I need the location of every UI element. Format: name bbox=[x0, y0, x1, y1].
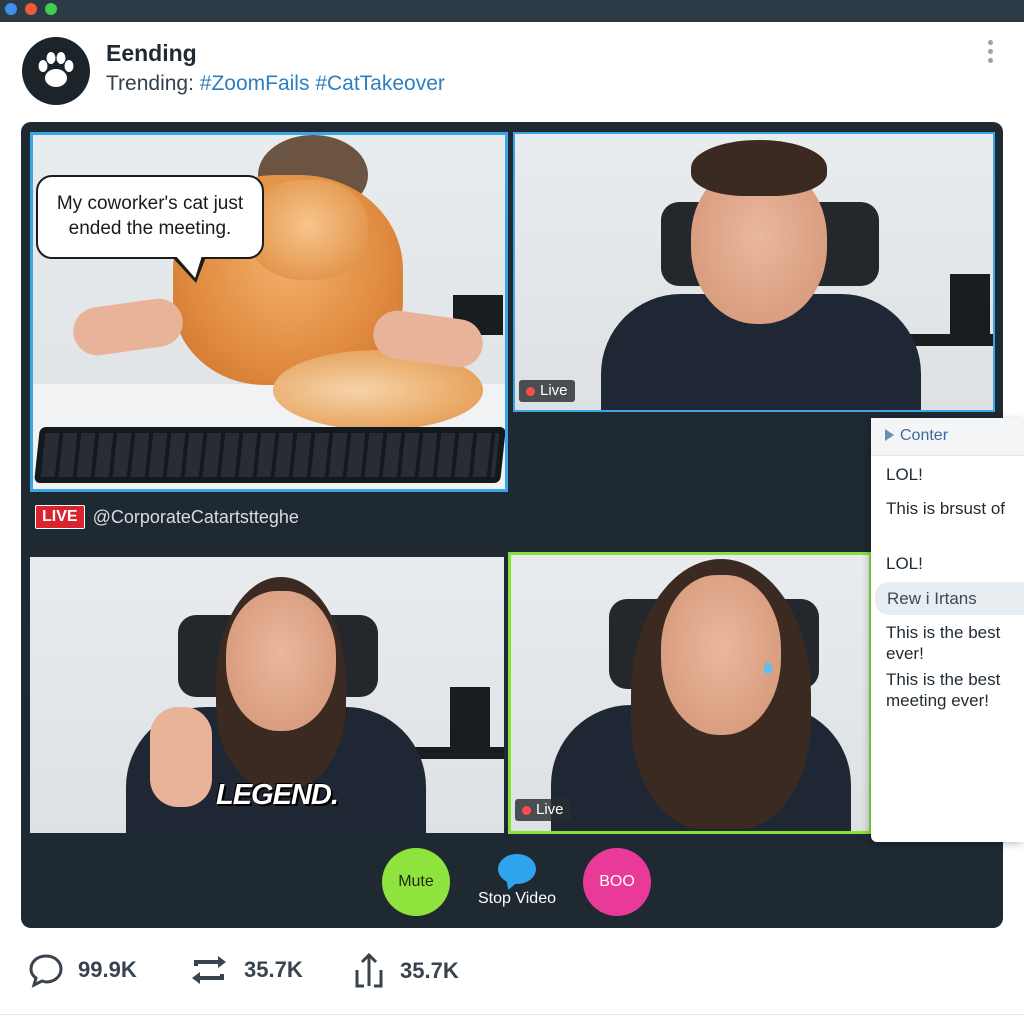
hashtag-link[interactable]: #CatTakeover bbox=[315, 72, 445, 95]
repost-icon bbox=[192, 956, 226, 984]
repost-count: 35.7K bbox=[244, 957, 303, 982]
record-dot-icon bbox=[522, 805, 531, 815]
stop-video-label: Stop Video bbox=[478, 890, 556, 907]
divider bbox=[0, 1014, 1024, 1024]
keyboard bbox=[34, 427, 505, 483]
desk-item bbox=[450, 687, 490, 747]
desk-shelf bbox=[905, 334, 993, 346]
comment-count: 99.9K bbox=[78, 957, 137, 982]
legend-overlay-text: LEGEND. bbox=[216, 779, 339, 811]
live-indicator: Live bbox=[519, 380, 575, 402]
account-handle[interactable]: @CorporateCatartstteghe bbox=[93, 507, 299, 528]
live-indicator: Live bbox=[515, 799, 571, 821]
cat-head bbox=[248, 180, 368, 280]
chat-header-label: Conter bbox=[900, 427, 949, 444]
hashtag-link[interactable]: #ZoomFails bbox=[200, 72, 310, 95]
window-maximize-dot[interactable] bbox=[45, 3, 57, 15]
trending-prefix: Trending: bbox=[106, 72, 194, 95]
chat-header[interactable]: Conter bbox=[871, 418, 1024, 456]
boo-button[interactable]: BOO bbox=[583, 848, 651, 916]
chat-panel: Conter LOL! This is brsust of LOL! Rew i… bbox=[871, 418, 1024, 842]
hand-left bbox=[70, 295, 186, 359]
window-close-dot[interactable] bbox=[25, 3, 37, 15]
chat-message: This is the best meeting ever! bbox=[886, 670, 1001, 710]
video-tile-cat[interactable]: My coworker's cat just ended the meeting… bbox=[30, 132, 508, 492]
speech-bubble-icon bbox=[498, 854, 536, 884]
chat-message: LOL! bbox=[886, 465, 923, 484]
video-tile-woman-laughing[interactable]: Live bbox=[508, 552, 872, 834]
live-badge: LIVE bbox=[35, 505, 85, 529]
video-tile-woman-thumbs[interactable]: LEGEND. bbox=[30, 557, 504, 833]
tear-drop bbox=[764, 662, 772, 674]
engagement-bar: 99.9K 35.7K 35.7K bbox=[0, 940, 1024, 1010]
avatar[interactable] bbox=[22, 37, 90, 105]
comment-button[interactable]: 99.9K bbox=[28, 952, 137, 988]
trending-line: Trending: #ZoomFails #CatTakeover bbox=[106, 72, 445, 96]
play-triangle-icon bbox=[885, 429, 894, 441]
post-title: Eending bbox=[106, 40, 197, 66]
repost-button[interactable]: 35.7K bbox=[188, 952, 303, 988]
record-dot-icon bbox=[526, 386, 535, 396]
chat-message: This is brsust of bbox=[886, 499, 1006, 518]
thumbs-up-hand bbox=[150, 707, 212, 807]
desk-item bbox=[950, 274, 990, 334]
video-meeting-panel: My coworker's cat just ended the meeting… bbox=[21, 122, 1003, 928]
stop-video-button[interactable]: Stop Video bbox=[467, 854, 567, 908]
window-dot-blue[interactable] bbox=[5, 3, 17, 15]
person-head bbox=[661, 575, 781, 735]
share-button[interactable]: 35.7K bbox=[352, 952, 459, 990]
speech-bubble: My coworker's cat just ended the meeting… bbox=[36, 175, 264, 259]
chat-message: LOL! bbox=[886, 554, 923, 573]
comment-icon bbox=[29, 954, 63, 988]
live-stream-info: LIVE @CorporateCatartstteghe bbox=[35, 505, 299, 529]
post-header: Eending Trending: #ZoomFails #CatTakeove… bbox=[0, 22, 1024, 122]
paw-icon bbox=[38, 52, 74, 87]
share-icon bbox=[355, 952, 383, 988]
chat-message-highlighted[interactable]: Rew i Irtans bbox=[875, 582, 1024, 615]
live-label: Live bbox=[536, 801, 564, 818]
live-label: Live bbox=[540, 382, 568, 399]
window-titlebar bbox=[0, 0, 1024, 22]
chat-message: This is the best ever! bbox=[886, 623, 1001, 663]
more-options-icon[interactable] bbox=[984, 40, 996, 68]
desk-shelf bbox=[406, 747, 504, 759]
person-hair bbox=[691, 140, 827, 196]
person-head bbox=[226, 591, 336, 731]
mute-button[interactable]: Mute bbox=[382, 848, 450, 916]
share-count: 35.7K bbox=[400, 958, 459, 983]
video-tile-man[interactable]: Live bbox=[513, 132, 995, 412]
